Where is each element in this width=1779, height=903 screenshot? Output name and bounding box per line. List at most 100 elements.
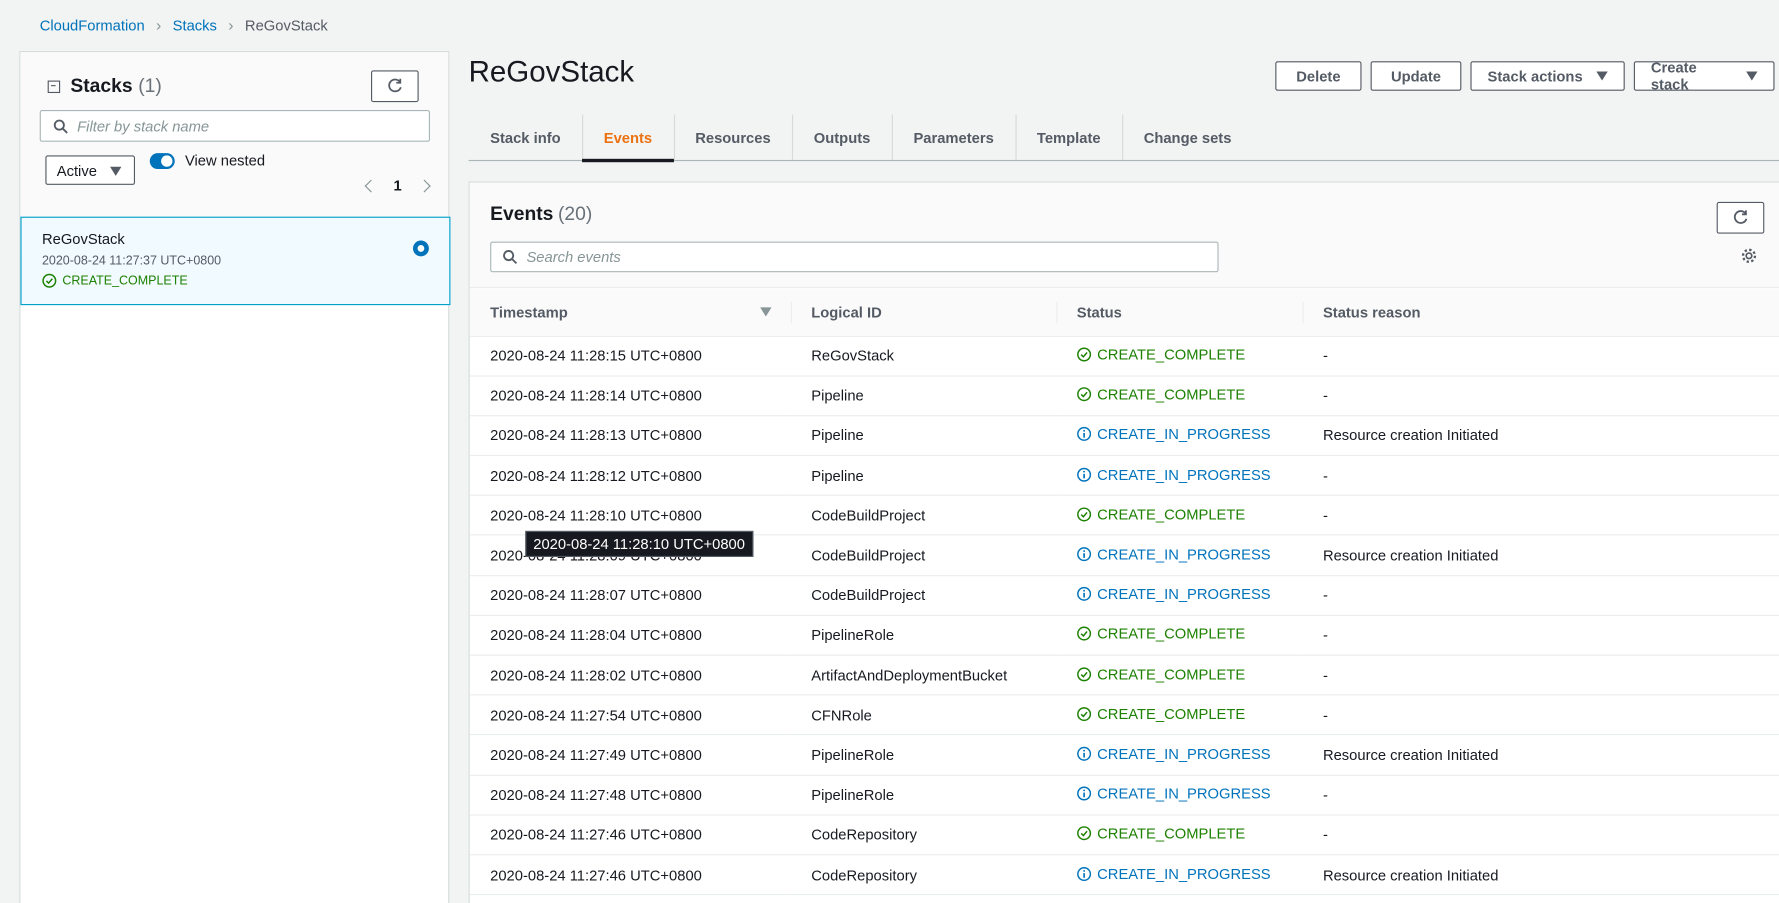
event-status: CREATE_IN_PROGRESS (1056, 455, 1303, 497)
stack-created-time: 2020-08-24 11:27:37 UTC+0800 (41, 254, 222, 268)
status-badge: CREATE_COMPLETE (1077, 386, 1246, 404)
tab-events[interactable]: Events (582, 114, 674, 163)
table-row: 2020-08-24 11:28:10 UTC+0800 CodeBuildPro… (469, 495, 1779, 536)
stack-status-select[interactable]: Active (45, 155, 136, 185)
event-status: CREATE_IN_PROGRESS (1056, 415, 1303, 457)
check-circle-icon (42, 273, 57, 288)
stack-name[interactable]: ReGovStack (42, 230, 125, 247)
tab-outputs[interactable]: Outputs (792, 114, 892, 160)
breadcrumb-stacks-link[interactable]: Stacks (173, 16, 217, 33)
event-logical-id: CodeRepository (790, 854, 1057, 896)
status-badge: CREATE_COMPLETE (1077, 626, 1245, 643)
tab-parameters[interactable]: Parameters (891, 114, 1015, 160)
check-circle-icon (1077, 666, 1092, 681)
event-logical-id: PipelineRole (790, 615, 1057, 656)
table-row: 2020-08-24 11:28:13 UTC+0800 Pipeline CREA… (469, 415, 1779, 457)
gear-icon[interactable] (1740, 247, 1757, 267)
stack-filter-field[interactable] (39, 110, 431, 142)
event-timestamp: 2020-08-24 11:28:07 UTC+0800 (469, 575, 791, 616)
stack-actions-button[interactable]: Stack actions (1470, 61, 1625, 91)
search-icon (53, 119, 68, 134)
event-logical-id: Pipeline (790, 415, 1057, 457)
events-title-text: Events (490, 203, 554, 225)
table-row: 2020-08-24 11:27:46 UTC+0800 CodeReposito… (469, 814, 1779, 856)
event-logical-id: CodeBuildProject (790, 535, 1057, 576)
event-status-reason: - (1302, 335, 1779, 377)
tab-stack-info[interactable]: Stack info (469, 115, 583, 160)
stacks-refresh-button[interactable] (371, 70, 419, 103)
status-badge: CREATE_COMPLETE (1077, 505, 1246, 523)
refresh-icon (1733, 210, 1748, 224)
collapse-panel-icon[interactable] (47, 79, 61, 93)
status-text: CREATE_COMPLETE (1097, 386, 1246, 404)
toggle-switch[interactable] (149, 152, 175, 169)
event-logical-id: CodeBuildProject (790, 495, 1057, 536)
update-button[interactable]: Update (1370, 61, 1462, 91)
event-status: CREATE_IN_PROGRESS (1056, 575, 1303, 616)
view-nested-toggle[interactable]: View nested (149, 152, 265, 169)
table-row: 2020-08-24 11:28:02 UTC+0800 ArtifactAndD… (469, 655, 1779, 696)
chevron-right-icon: › (228, 15, 234, 35)
stacks-panel-title: Stacks (1) (47, 74, 162, 98)
stack-actions-label: Stack actions (1487, 67, 1583, 85)
events-panel-header: Events (20) (469, 182, 1779, 289)
column-header-timestamp-label: Timestamp (490, 303, 568, 321)
check-circle-icon (1077, 826, 1092, 841)
stack-list-item[interactable]: ReGovStack 2020-08-24 11:27:37 UTC+0800 … (20, 216, 451, 306)
event-status-reason: - (1302, 575, 1779, 616)
event-logical-id: CFNRole (790, 695, 1057, 736)
status-text: CREATE_COMPLETE (1097, 825, 1246, 843)
event-status-reason: Resource creation Initiated (1302, 535, 1779, 576)
stacks-count: (1) (138, 74, 162, 97)
create-stack-button[interactable]: Create stack (1633, 59, 1775, 93)
status-badge: CREATE_IN_PROGRESS (1077, 426, 1271, 443)
events-table-header: Timestamp Logical ID Status Status reaso… (469, 289, 1779, 337)
table-row: 2020-08-24 11:28:04 UTC+0800 PipelineRole… (469, 615, 1779, 656)
event-status-reason: - (1302, 814, 1779, 856)
event-status: CREATE_COMPLETE (1056, 495, 1303, 536)
event-status: CREATE_COMPLETE (1056, 615, 1303, 656)
events-search-field[interactable] (490, 241, 1219, 273)
stack-status-text: CREATE_COMPLETE (62, 273, 188, 288)
event-status-reason: - (1302, 495, 1779, 536)
event-timestamp: 2020-08-24 11:27:46 UTC+0800 (469, 854, 791, 896)
info-circle-icon (1077, 746, 1092, 761)
status-text: CREATE_IN_PROGRESS (1097, 465, 1271, 483)
event-status-reason: Resource creation Initiated (1302, 734, 1779, 776)
stack-status: CREATE_COMPLETE (42, 273, 188, 288)
caret-down-icon (1596, 71, 1608, 81)
breadcrumb-cloudformation-link[interactable]: CloudFormation (40, 16, 145, 33)
tab-template[interactable]: Template (1015, 114, 1122, 160)
column-header-status[interactable]: Status (1056, 289, 1303, 337)
column-header-status-reason[interactable]: Status reason (1302, 289, 1779, 337)
next-page-icon[interactable] (417, 179, 431, 192)
column-header-timestamp[interactable]: Timestamp (469, 289, 791, 337)
stacks-title-text: Stacks (70, 74, 133, 97)
status-text: CREATE_COMPLETE (1097, 505, 1246, 523)
event-status: CREATE_COMPLETE (1056, 814, 1303, 856)
event-status: CREATE_IN_PROGRESS (1056, 774, 1303, 816)
events-search-input[interactable] (526, 248, 845, 266)
events-table-body: 2020-08-24 11:28:15 UTC+0800 ReGovStack CR… (469, 335, 1779, 896)
previous-page-icon[interactable] (364, 179, 378, 192)
sort-descending-icon[interactable] (760, 307, 772, 317)
caret-down-icon (110, 166, 122, 176)
status-badge: CREATE_IN_PROGRESS (1077, 586, 1271, 603)
table-row: 2020-08-24 11:27:48 UTC+0800 PipelineRole… (469, 774, 1779, 816)
tab-change-sets[interactable]: Change sets (1122, 114, 1253, 160)
status-text: CREATE_IN_PROGRESS (1097, 425, 1271, 443)
stack-filter-input[interactable] (77, 117, 395, 135)
column-header-logical-id[interactable]: Logical ID (790, 289, 1057, 337)
stack-select-radio[interactable] (412, 240, 429, 257)
events-refresh-button[interactable] (1716, 201, 1765, 234)
status-text: CREATE_IN_PROGRESS (1097, 785, 1271, 803)
delete-button[interactable]: Delete (1275, 61, 1362, 91)
status-text: CREATE_IN_PROGRESS (1097, 585, 1271, 603)
event-status-reason: - (1302, 455, 1779, 497)
table-row: 2020-08-24 11:28:07 UTC+0800 CodeBuildPro… (469, 575, 1779, 616)
tab-resources[interactable]: Resources (673, 114, 793, 160)
check-circle-icon (1077, 507, 1092, 522)
info-circle-icon (1077, 786, 1092, 801)
current-page-number[interactable]: 1 (393, 177, 401, 194)
event-timestamp: 2020-08-24 11:28:02 UTC+0800 (469, 655, 791, 696)
